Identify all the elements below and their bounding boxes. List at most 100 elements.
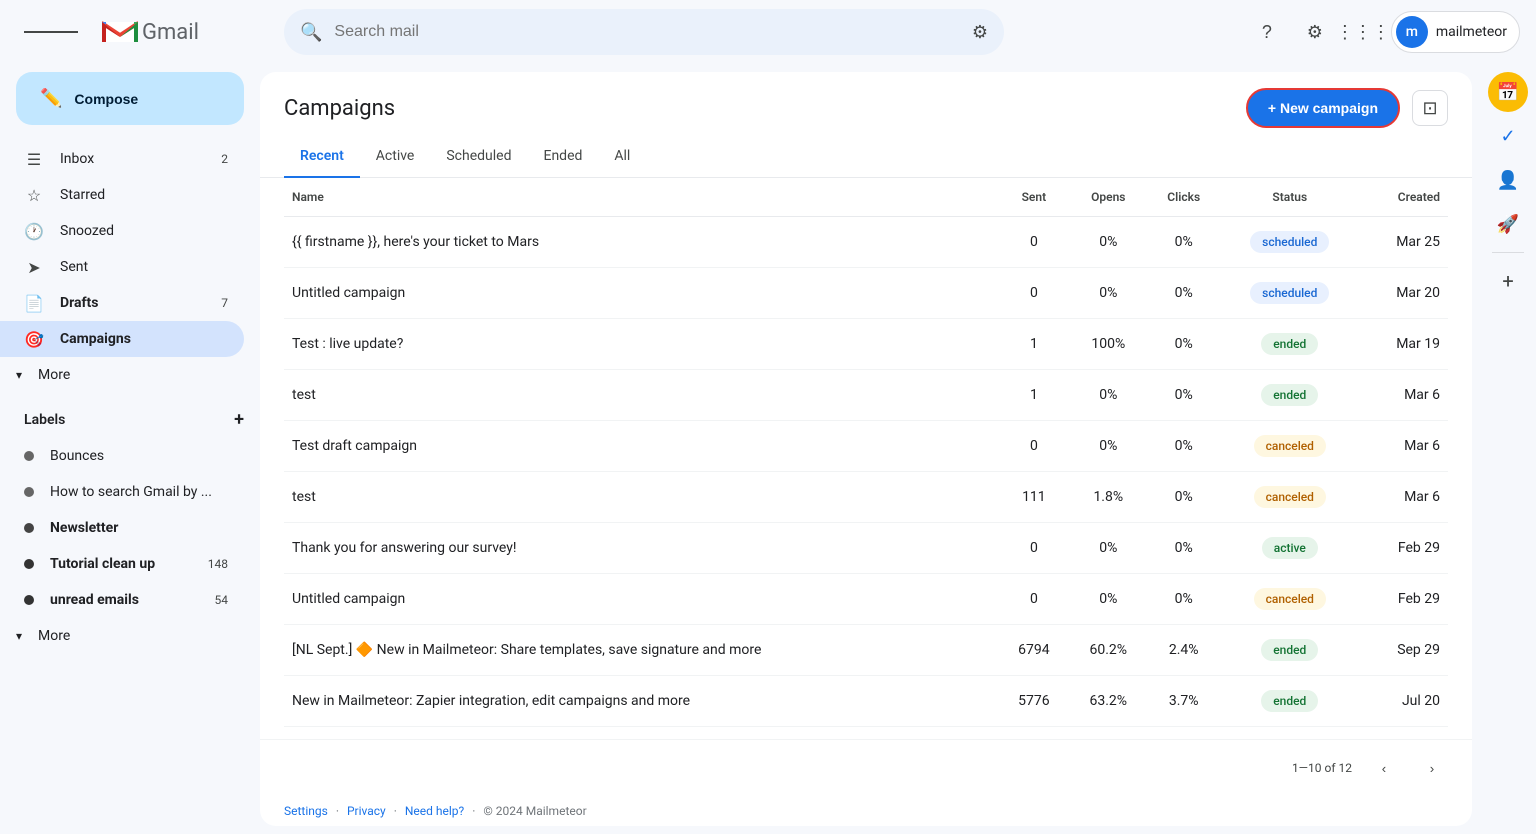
more-label: More	[38, 367, 70, 383]
sidebar-item-snoozed[interactable]: 🕐 Snoozed	[0, 213, 244, 249]
compose-button[interactable]: ✏️ Compose	[16, 72, 244, 125]
add-label-icon[interactable]: +	[234, 409, 244, 430]
search-filter-icon[interactable]: ⚙	[972, 22, 988, 43]
tab-scheduled[interactable]: Scheduled	[430, 136, 527, 178]
right-panel-contacts-icon[interactable]: 👤	[1488, 160, 1528, 200]
drafts-icon: 📄	[24, 294, 44, 313]
campaign-sent: 0	[999, 268, 1069, 319]
pagination-text: 1—10 of 12	[1292, 761, 1352, 775]
tutorial-cleanup-dot	[24, 559, 34, 569]
col-header-name: Name	[284, 178, 999, 217]
campaign-created: Mar 6	[1360, 472, 1448, 523]
snoozed-icon: 🕐	[24, 222, 44, 241]
label-item-unread-emails[interactable]: unread emails 54	[0, 582, 244, 618]
right-panel-mailmeteor-icon[interactable]: 🚀	[1488, 204, 1528, 244]
table-row[interactable]: {{ firstname }}, here's your ticket to M…	[284, 217, 1448, 268]
campaign-name: [NL Sept.] 🔶 New in Mailmeteor: Share te…	[284, 625, 999, 676]
nav-more-button[interactable]: ▾ More	[0, 357, 260, 393]
campaign-opens: 0%	[1069, 370, 1148, 421]
tab-ended[interactable]: Ended	[527, 136, 598, 178]
help-button[interactable]: ?	[1247, 12, 1287, 52]
table-row[interactable]: Thank you for answering our survey! 0 0%…	[284, 523, 1448, 574]
footer-help-link[interactable]: Need help?	[405, 804, 464, 818]
footer-privacy-link[interactable]: Privacy	[347, 804, 386, 818]
tab-all[interactable]: All	[598, 136, 646, 178]
campaign-status: canceled	[1220, 421, 1360, 472]
snoozed-label: Snoozed	[60, 223, 228, 239]
campaign-status: canceled	[1220, 472, 1360, 523]
campaign-name: test	[284, 472, 999, 523]
tab-recent[interactable]: Recent	[284, 136, 360, 178]
user-chip[interactable]: m mailmeteor	[1391, 11, 1520, 53]
col-header-sent: Sent	[999, 178, 1069, 217]
table-row[interactable]: test 111 1.8% 0% canceled Mar 6	[284, 472, 1448, 523]
campaign-tabs: Recent Active Scheduled Ended All	[260, 136, 1472, 178]
gmail-logo[interactable]: Gmail	[102, 18, 199, 46]
campaigns-icon: 🎯	[24, 330, 44, 349]
campaign-clicks: 0%	[1148, 217, 1220, 268]
footer-copyright: © 2024 Mailmeteor	[483, 804, 586, 818]
right-panel-add-icon[interactable]: +	[1488, 261, 1528, 301]
status-badge: ended	[1261, 639, 1318, 661]
table-row[interactable]: Untitled campaign 0 0% 0% scheduled Mar …	[284, 268, 1448, 319]
campaign-status: ended	[1220, 370, 1360, 421]
drafts-label: Drafts	[60, 295, 205, 311]
footer-separator3: ·	[472, 804, 475, 818]
settings-button[interactable]: ⚙	[1295, 12, 1335, 52]
table-row[interactable]: [NL Sept.] 🔶 New in Mailmeteor: Share te…	[284, 625, 1448, 676]
right-panel-tasks-icon[interactable]: ✓	[1488, 116, 1528, 156]
status-badge: scheduled	[1250, 231, 1329, 253]
search-input[interactable]	[334, 23, 959, 41]
campaign-opens: 60.2%	[1069, 625, 1148, 676]
campaign-opens: 100%	[1069, 319, 1148, 370]
table-row[interactable]: Test : live update? 1 100% 0% ended Mar …	[284, 319, 1448, 370]
sidebar-item-campaigns[interactable]: 🎯 Campaigns	[0, 321, 244, 357]
pagination-prev-button[interactable]: ‹	[1368, 752, 1400, 784]
campaign-status: ended	[1220, 676, 1360, 727]
pagination-next-button[interactable]: ›	[1416, 752, 1448, 784]
table-row[interactable]: test 1 0% 0% ended Mar 6	[284, 370, 1448, 421]
label-item-newsletter[interactable]: Newsletter	[0, 510, 244, 546]
unread-emails-dot	[24, 595, 34, 605]
campaign-name: {{ firstname }}, here's your ticket to M…	[284, 217, 999, 268]
hamburger-menu[interactable]	[16, 20, 86, 44]
campaign-name: Test draft campaign	[284, 421, 999, 472]
compose-label: Compose	[74, 91, 138, 107]
search-bar[interactable]: 🔍 ⚙	[284, 9, 1004, 55]
table-row[interactable]: New in Mailmeteor: Zapier integration, e…	[284, 676, 1448, 727]
inbox-label: Inbox	[60, 151, 205, 167]
campaign-clicks: 2.4%	[1148, 625, 1220, 676]
sidebar: ✏️ Compose ☰ Inbox 2 ☆ Starred 🕐 Snoozed…	[0, 64, 260, 834]
inbox-count: 2	[221, 152, 228, 166]
campaign-sent: 111	[999, 472, 1069, 523]
status-badge: ended	[1261, 384, 1318, 406]
footer-settings-link[interactable]: Settings	[284, 804, 328, 818]
sidebar-item-drafts[interactable]: 📄 Drafts 7	[0, 285, 244, 321]
topbar-left: Gmail	[16, 18, 276, 46]
sidebar-item-inbox[interactable]: ☰ Inbox 2	[0, 141, 244, 177]
campaign-opens: 0%	[1069, 217, 1148, 268]
label-item-bounces[interactable]: Bounces	[0, 438, 244, 474]
sidebar-toggle-button[interactable]: ⊡	[1412, 90, 1448, 126]
apps-button[interactable]: ⋮⋮⋮	[1343, 12, 1383, 52]
label-item-tutorial-cleanup[interactable]: Tutorial clean up 148	[0, 546, 244, 582]
col-header-opens: Opens	[1069, 178, 1148, 217]
table-row[interactable]: Untitled campaign 0 0% 0% canceled Feb 2…	[284, 574, 1448, 625]
campaign-name: Thank you for answering our survey!	[284, 523, 999, 574]
campaign-created: Mar 6	[1360, 421, 1448, 472]
campaign-clicks: 0%	[1148, 574, 1220, 625]
table-row[interactable]: Test draft campaign 0 0% 0% canceled Mar…	[284, 421, 1448, 472]
search-icon: 🔍	[300, 22, 322, 43]
status-badge: ended	[1261, 333, 1318, 355]
campaign-name: New in Mailmeteor: Zapier integration, e…	[284, 676, 999, 727]
new-campaign-button[interactable]: + New campaign	[1246, 88, 1400, 128]
label-item-how-to-search[interactable]: How to search Gmail by ...	[0, 474, 244, 510]
right-panel-calendar-icon[interactable]: 📅	[1488, 72, 1528, 112]
labels-more-button[interactable]: ▾ More	[0, 618, 260, 654]
sidebar-item-sent[interactable]: ➤ Sent	[0, 249, 244, 285]
campaign-created: Mar 25	[1360, 217, 1448, 268]
labels-section: Labels +	[0, 393, 260, 438]
tab-active[interactable]: Active	[360, 136, 431, 178]
campaign-name: Test : live update?	[284, 319, 999, 370]
sidebar-item-starred[interactable]: ☆ Starred	[0, 177, 244, 213]
